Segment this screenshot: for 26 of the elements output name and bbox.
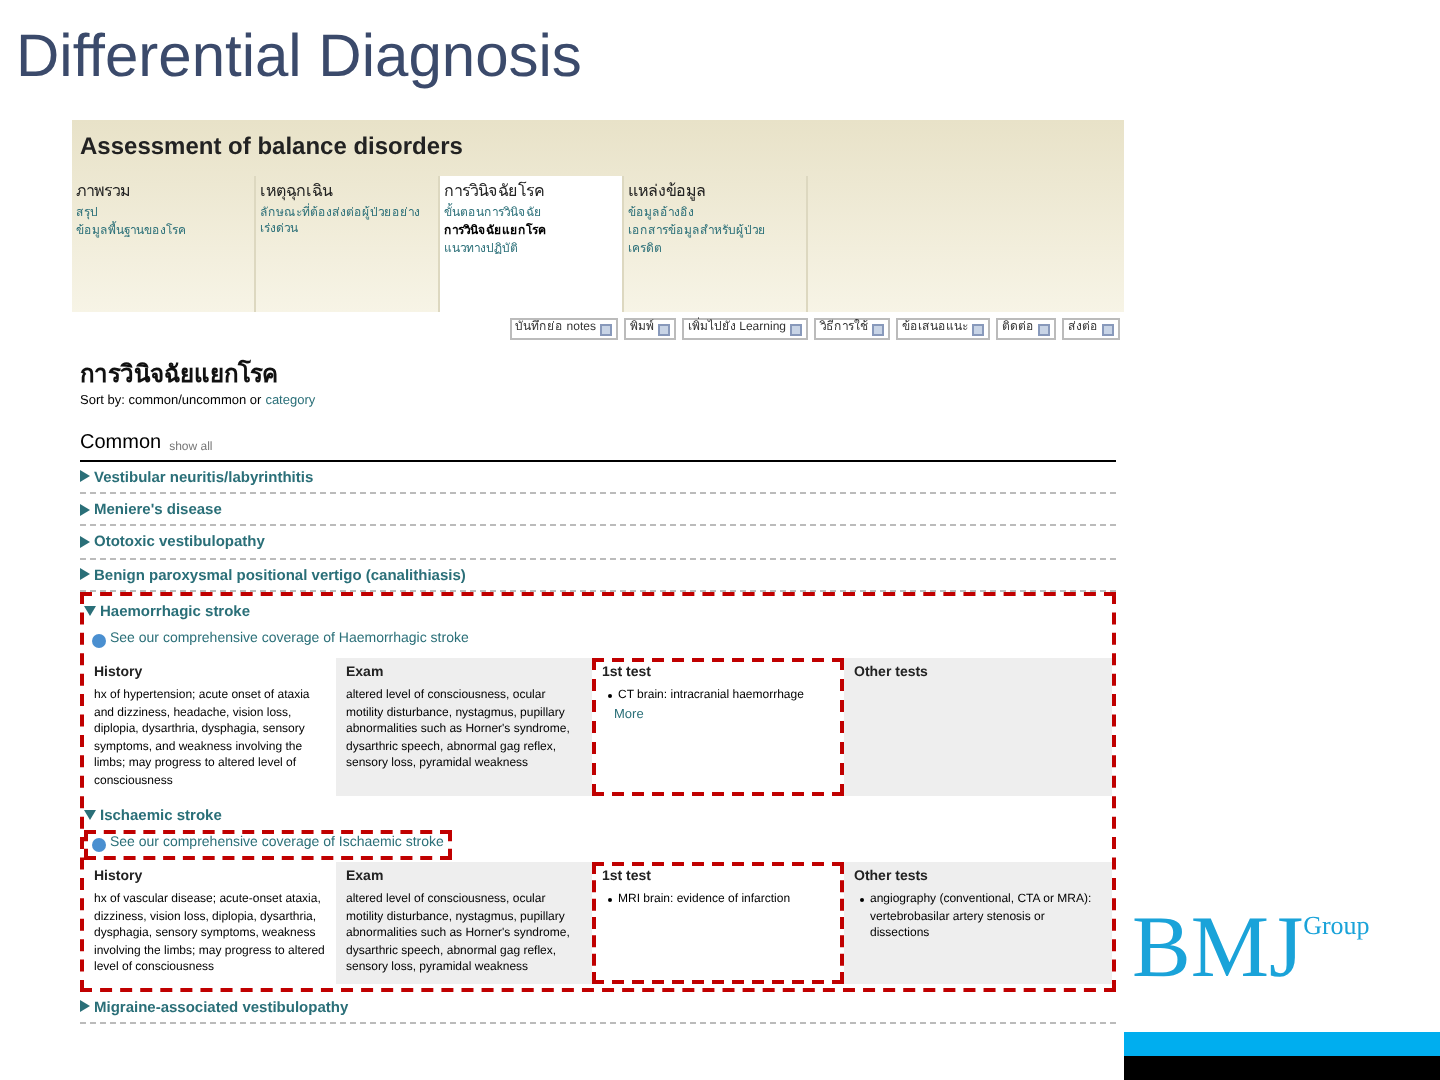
page-icon [657,323,670,335]
page-heading: การวินิจฉัยแยกโรค [80,357,280,392]
expanded-arrow-icon[interactable] [84,810,96,821]
collapsed-arrow-icon[interactable] [80,568,90,581]
nav-heading[interactable]: ภาพรวม [76,180,250,204]
group-heading: Common [80,429,162,458]
collapsed-arrow-icon[interactable] [80,535,90,548]
page-icon [790,323,802,335]
collapsed-arrow-icon[interactable] [80,1000,90,1013]
nav-heading[interactable]: การวินิจฉัยโรค [444,180,618,204]
page-icon [872,323,884,335]
expanded-arrow-icon[interactable] [84,605,96,616]
page-icon [1102,323,1114,335]
slide-title: Differential Diagnosis [16,28,582,88]
collapsed-arrow-icon[interactable] [80,503,90,516]
logo-subtitle: Group [1303,912,1370,938]
globe-icon [92,838,106,852]
page-icon [972,323,984,335]
page-icon [599,323,612,335]
nav-heading[interactable]: เหตุฉุกเฉิน [260,180,434,204]
nav-heading[interactable]: แหล่งข้อมูล [628,180,802,204]
globe-icon [92,633,106,648]
logo-wordmark: BMJ [1132,904,1304,992]
page-icon [1038,323,1050,335]
app-title: Assessment of balance disorders [78,130,465,164]
collapsed-arrow-icon[interactable] [80,470,90,483]
